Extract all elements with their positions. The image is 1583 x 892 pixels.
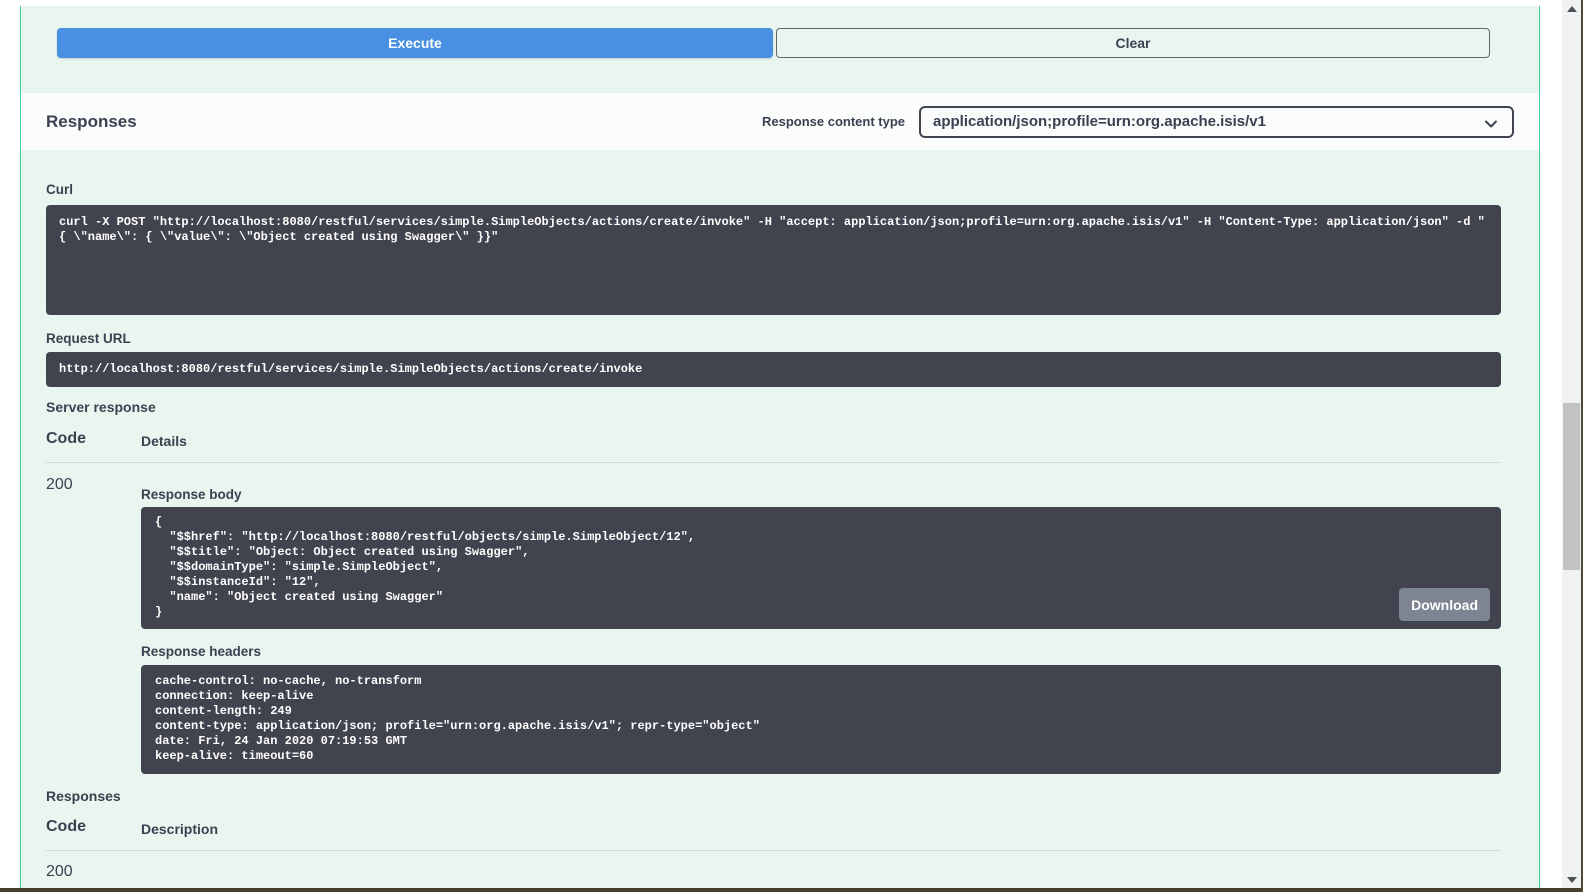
responses-doc-description-header: Description: [141, 821, 218, 837]
response-content-type-value: application/json;profile=urn:org.apache.…: [933, 113, 1266, 130]
curl-label: Curl: [46, 182, 73, 197]
server-response-status-code: 200: [46, 476, 73, 494]
request-url-label: Request URL: [46, 331, 131, 346]
window-bottom-edge: [0, 888, 1583, 892]
download-button[interactable]: Download: [1399, 588, 1490, 621]
server-response-code-header: Code: [46, 430, 86, 448]
scroll-down-icon: [1567, 877, 1577, 883]
curl-command-block: curl -X POST "http://localhost:8080/rest…: [46, 205, 1501, 315]
server-response-divider: [46, 462, 1501, 463]
response-body-label: Response body: [141, 487, 242, 502]
responses-doc-title: Responses: [46, 788, 121, 804]
scrollbar-thumb[interactable]: [1563, 403, 1580, 570]
operation-block: Execute Clear Responses Response content…: [20, 6, 1540, 888]
response-headers-label: Response headers: [141, 644, 261, 659]
responses-doc-divider: [46, 850, 1501, 851]
scroll-up-icon: [1567, 6, 1577, 12]
clear-button[interactable]: Clear: [776, 28, 1490, 58]
server-response-title: Server response: [46, 399, 156, 415]
response-headers-text: cache-control: no-cache, no-transform co…: [155, 674, 1487, 764]
responses-doc-code-header: Code: [46, 818, 86, 836]
curl-command-text: curl -X POST "http://localhost:8080/rest…: [59, 215, 1488, 245]
response-content-type-label: Response content type: [762, 114, 905, 129]
response-content-type-select[interactable]: application/json;profile=urn:org.apache.…: [919, 106, 1514, 138]
scroll-up-button[interactable]: [1562, 0, 1581, 17]
responses-title: Responses: [46, 112, 137, 132]
response-body-block: { "$$href": "http://localhost:8080/restf…: [141, 507, 1501, 629]
request-url-block: http://localhost:8080/restful/services/s…: [46, 352, 1501, 387]
request-url-text: http://localhost:8080/restful/services/s…: [59, 362, 1488, 377]
execute-button[interactable]: Execute: [57, 28, 773, 58]
execute-wrapper: Execute Clear: [57, 28, 1490, 58]
responses-section-header: Responses Response content type applicat…: [21, 93, 1539, 150]
scroll-down-button[interactable]: [1562, 871, 1581, 888]
response-headers-block: cache-control: no-cache, no-transform co…: [141, 665, 1501, 774]
server-response-details-header: Details: [141, 433, 187, 449]
response-body-text: { "$$href": "http://localhost:8080/restf…: [155, 515, 1487, 620]
chevron-down-icon: [1484, 117, 1498, 136]
vertical-scrollbar[interactable]: [1562, 0, 1581, 888]
content-type-group: Response content type application/json;p…: [762, 106, 1514, 138]
responses-doc-status-code: 200: [46, 863, 73, 881]
